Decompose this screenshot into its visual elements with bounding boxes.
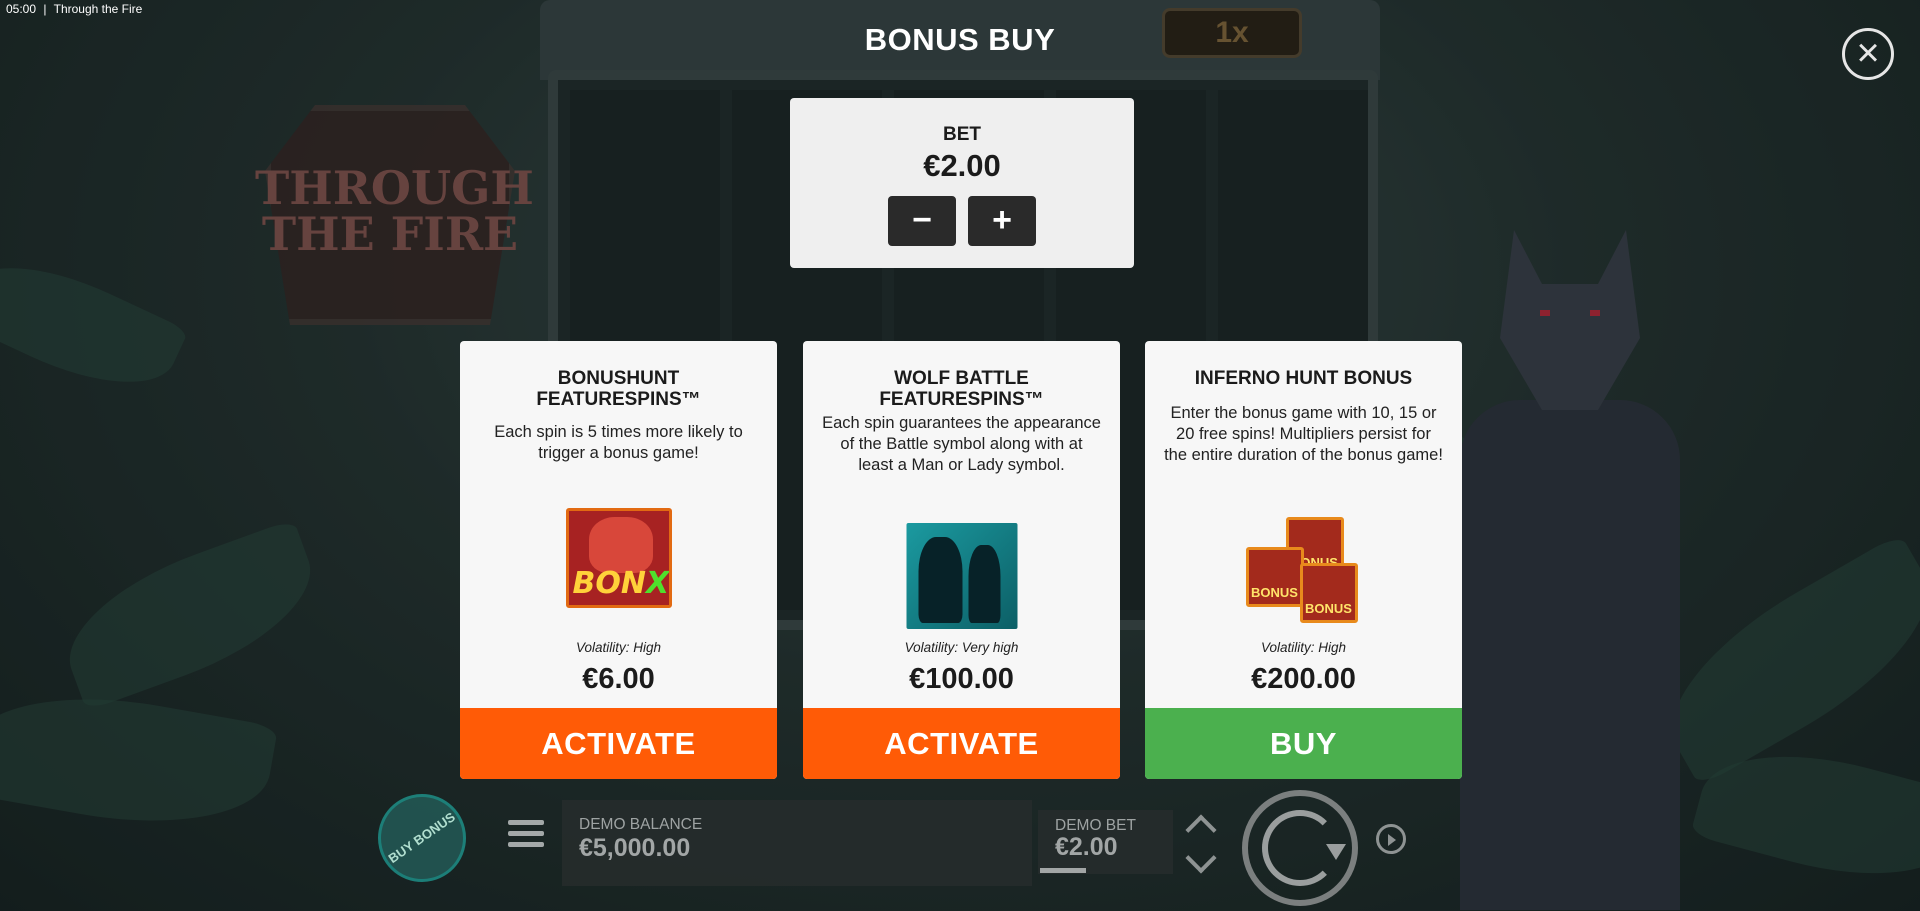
status-separator: | bbox=[43, 2, 47, 16]
balance-value: €5,000.00 bbox=[579, 834, 691, 862]
bet-panel: BET €2.00 − + bbox=[790, 98, 1134, 268]
bet-level-bar bbox=[1040, 868, 1086, 873]
window-title: Through the Fire bbox=[53, 2, 143, 16]
activate-button[interactable]: ACTIVATE bbox=[803, 708, 1120, 779]
bet-display: DEMO BET €2.00 bbox=[1038, 810, 1173, 874]
bet-value: €2.00 bbox=[923, 148, 1001, 183]
bonxs-symbol-icon: BONXS bbox=[565, 508, 672, 608]
bet-label: BET bbox=[943, 124, 981, 145]
bonus-symbols-icon: BONUS BONUS BONUS bbox=[1245, 517, 1362, 625]
chevron-up-icon[interactable] bbox=[1185, 814, 1217, 846]
bonus-buy-title: BONUS BUY bbox=[864, 22, 1056, 57]
card-price: €200.00 bbox=[1251, 663, 1356, 695]
volatility-label: Volatility: Very high bbox=[904, 640, 1019, 655]
activate-button[interactable]: ACTIVATE bbox=[460, 708, 777, 779]
card-description: Each spin guarantees the appearance of t… bbox=[822, 414, 1101, 474]
close-icon: × bbox=[1856, 31, 1880, 75]
status-bar: 05:00 | Through the Fire bbox=[6, 2, 146, 16]
bonus-chip-icon: BONUS bbox=[1299, 563, 1358, 623]
chevron-down-icon[interactable] bbox=[1185, 842, 1217, 874]
card-price: €100.00 bbox=[909, 663, 1014, 695]
buy-button[interactable]: BUY bbox=[1145, 708, 1462, 779]
bet-increase-button[interactable]: + bbox=[968, 196, 1036, 246]
card-title: INFERNO HUNT BONUS bbox=[1194, 368, 1413, 389]
man-silhouette-icon bbox=[968, 545, 1000, 623]
menu-icon[interactable] bbox=[508, 820, 544, 852]
volatility-label: Volatility: High bbox=[575, 640, 662, 655]
bet-arrows-icon[interactable] bbox=[1178, 805, 1228, 885]
bonus-chip-icon: BONUS bbox=[1245, 547, 1304, 607]
card-title: BONUSHUNT FEATURESPINS™ bbox=[536, 368, 701, 410]
werewolf-silhouette-icon bbox=[918, 537, 962, 623]
spin-button[interactable] bbox=[1242, 790, 1358, 906]
bet-decrease-button[interactable]: − bbox=[888, 196, 956, 246]
volatility-label: Volatility: High bbox=[1260, 640, 1347, 655]
wolf-battle-symbol-icon bbox=[906, 523, 1017, 629]
clock: 05:00 bbox=[6, 2, 37, 16]
demo-bet-value: €2.00 bbox=[1055, 833, 1118, 861]
card-price: €6.00 bbox=[582, 663, 655, 695]
card-title: WOLF BATTLE FEATURESPINS™ bbox=[879, 368, 1044, 410]
close-button[interactable]: × bbox=[1842, 28, 1894, 80]
bonus-card-inferno-hunt: INFERNO HUNT BONUS Enter the bonus game … bbox=[1145, 341, 1462, 779]
red-beast-icon bbox=[588, 517, 653, 573]
card-description: Each spin is 5 times more likely to trig… bbox=[494, 423, 743, 462]
bonxs-text: BONXS bbox=[572, 566, 670, 601]
bonus-card-wolf-battle: WOLF BATTLE FEATURESPINS™ Each spin guar… bbox=[803, 341, 1120, 779]
balance-display: DEMO BALANCE €5,000.00 bbox=[562, 800, 1032, 886]
spin-arrow-icon bbox=[1326, 844, 1346, 860]
bonus-card-bonushunt: BONUSHUNT FEATURESPINS™ Each spin is 5 t… bbox=[460, 341, 777, 779]
card-description: Enter the bonus game with 10, 15 or 20 f… bbox=[1164, 404, 1443, 464]
balance-label: DEMO BALANCE bbox=[579, 816, 703, 833]
autoplay-icon[interactable] bbox=[1376, 824, 1406, 854]
